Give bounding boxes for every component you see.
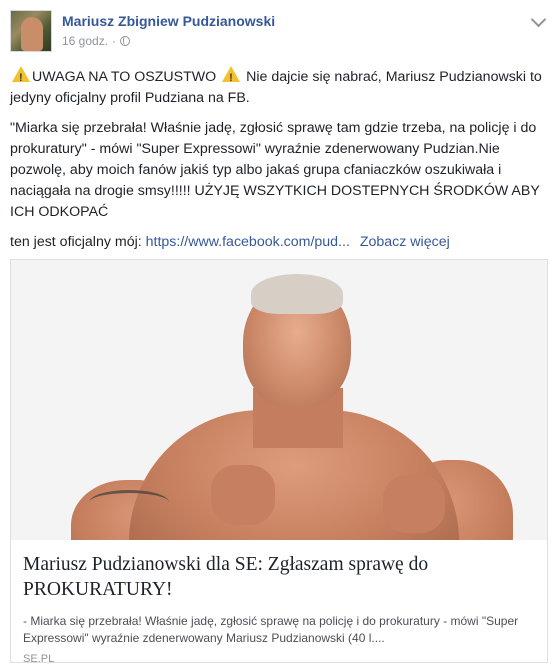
post-text: UWAGA NA TO OSZUSTWO Nie dajcie się nabr… [10, 66, 550, 262]
link-preview-description: - Miarka się przebrała! Właśnie jadę, zg… [23, 614, 519, 645]
link-preview-image[interactable] [11, 260, 547, 540]
post-time[interactable]: 16 godz. [62, 34, 108, 48]
avatar-figure [21, 17, 43, 51]
image-hair [251, 274, 343, 314]
post-header: Mariusz Zbigniew Pudzianowski 16 godz. · [10, 10, 550, 54]
official-profile-label: ten jest oficjalny mój: [10, 234, 142, 250]
see-more-link[interactable]: Zobacz więcej [360, 234, 450, 250]
link-preview-card[interactable]: Mariusz Pudzianowski dla SE: Zgłaszam sp… [10, 259, 548, 663]
avatar[interactable] [10, 10, 52, 52]
author-name[interactable]: Mariusz Zbigniew Pudzianowski [62, 13, 275, 29]
image-fist-left [211, 465, 275, 525]
globe-icon[interactable] [120, 36, 131, 46]
post-paragraph-2: "Miarka się przebrała! Właśnie jadę, zgł… [10, 120, 540, 220]
link-preview-body[interactable]: Mariusz Pudzianowski dla SE: Zgłaszam sp… [11, 540, 547, 662]
image-fist-right [383, 475, 445, 533]
chevron-down-icon[interactable] [530, 11, 547, 28]
post-paragraph-3: ten jest oficjalny mój: https://www.face… [10, 232, 550, 253]
link-preview-domain: SE.PL [23, 653, 55, 663]
warning-icon [222, 66, 241, 89]
warning-icon [12, 66, 30, 89]
post-paragraph-1: UWAGA NA TO OSZUSTWO Nie dajcie się nabr… [10, 66, 550, 109]
profile-link[interactable]: https://www.facebook.com/pud... [146, 234, 350, 250]
post-meta: 16 godz. · [62, 34, 131, 48]
warning-heading: UWAGA NA TO OSZUSTWO [32, 69, 217, 85]
link-preview-title[interactable]: Mariusz Pudzianowski dla SE: Zgłaszam sp… [23, 552, 535, 602]
facebook-post: Mariusz Zbigniew Pudzianowski 16 godz. · … [0, 0, 560, 666]
image-tattoo [89, 490, 169, 515]
meta-separator: · [112, 34, 117, 48]
